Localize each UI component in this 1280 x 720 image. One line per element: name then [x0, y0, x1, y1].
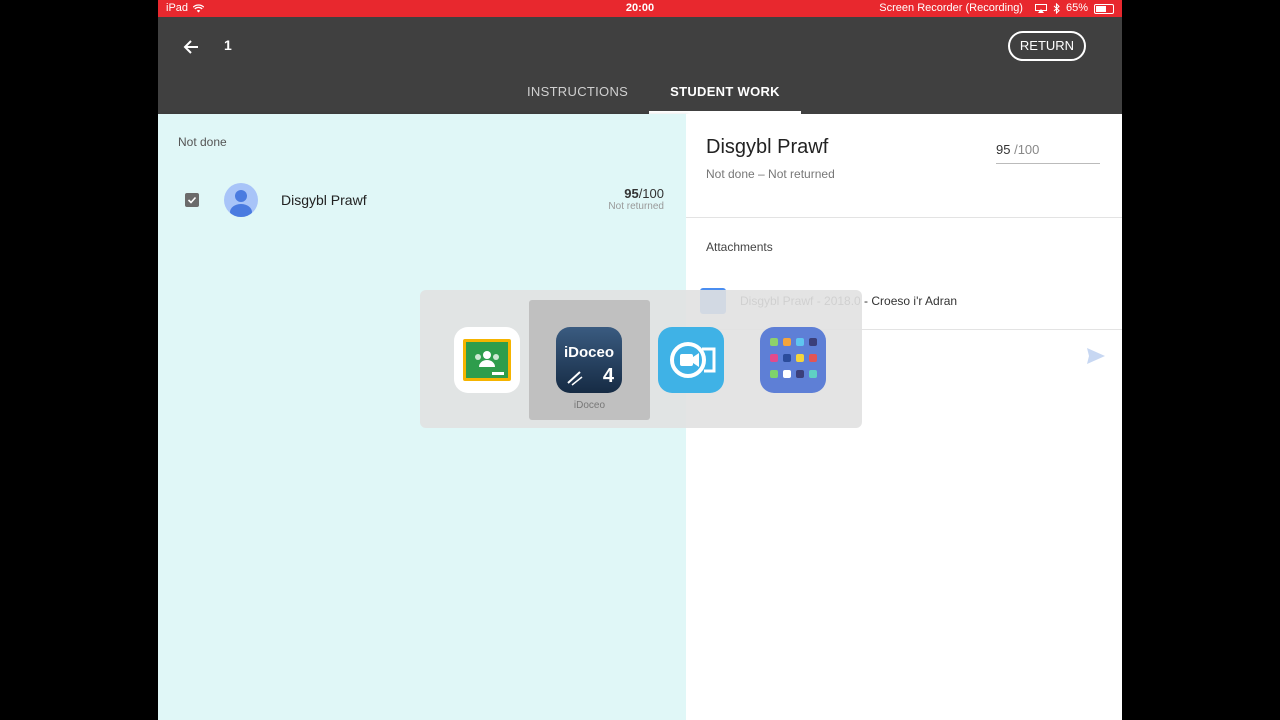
idoceo-logo-text: iDoceo: [563, 344, 614, 361]
google-classroom-icon: [454, 327, 520, 393]
app-folder-icon: [760, 327, 826, 393]
screen-recorder-icon: [658, 327, 724, 393]
grade-score: 95: [624, 186, 639, 201]
bluetooth-icon: [1053, 3, 1060, 14]
battery-percent: 65%: [1065, 2, 1088, 14]
student-avatar: [224, 183, 258, 217]
student-grade: 95/100 Not returned: [608, 186, 664, 212]
tab-instructions[interactable]: INSTRUCTIONS: [506, 77, 649, 114]
idoceo-icon: iDoceo 4: [556, 327, 622, 393]
send-icon[interactable]: [1086, 347, 1106, 365]
status-bar: iPad 20:00 Screen Recorder (Recording) 6…: [158, 0, 1122, 17]
status-right: Screen Recorder (Recording) 65%: [879, 0, 1114, 17]
app-switcher: iDoceo 4 iDoceo: [420, 290, 862, 428]
return-status: Not returned: [608, 201, 664, 212]
recording-indicator: Screen Recorder (Recording): [879, 2, 1023, 14]
tab-label: INSTRUCTIONS: [527, 84, 629, 99]
student-name: Disgybl Prawf: [281, 192, 367, 208]
tab-label: STUDENT WORK: [670, 84, 780, 99]
tab-bar: INSTRUCTIONS STUDENT WORK: [506, 77, 801, 114]
return-button[interactable]: RETURN: [1008, 31, 1086, 61]
person-icon: [230, 190, 252, 217]
detail-status: Not done – Not returned: [706, 167, 835, 181]
ipad-screen: iPad 20:00 Screen Recorder (Recording) 6…: [158, 0, 1122, 720]
screen-mirroring-icon: [1034, 4, 1047, 13]
app-bar: 1 RETURN INSTRUCTIONS STUDENT WORK: [158, 17, 1122, 114]
checkmark-icon: [187, 196, 197, 204]
divider: [686, 217, 1122, 218]
idoceo-logo-number: 4: [602, 365, 614, 387]
student-checkbox[interactable]: [185, 193, 199, 207]
battery-icon: [1094, 3, 1114, 14]
page-number: 1: [224, 37, 232, 53]
back-button[interactable]: [178, 34, 204, 60]
app-slot-folder[interactable]: [733, 300, 854, 420]
tab-student-work[interactable]: STUDENT WORK: [649, 77, 801, 114]
attachments-label: Attachments: [706, 240, 773, 254]
grade-denominator: /100: [1014, 142, 1040, 157]
grade-max: /100: [638, 186, 664, 201]
grade-value: 95: [996, 142, 1011, 157]
arrow-back-icon: [183, 40, 198, 54]
detail-student-name: Disgybl Prawf: [706, 136, 829, 158]
student-row[interactable]: Disgybl Prawf 95/100 Not returned: [158, 172, 686, 228]
section-header-not-done: Not done: [178, 135, 227, 149]
grade-field[interactable]: 95 /100: [996, 142, 1100, 164]
